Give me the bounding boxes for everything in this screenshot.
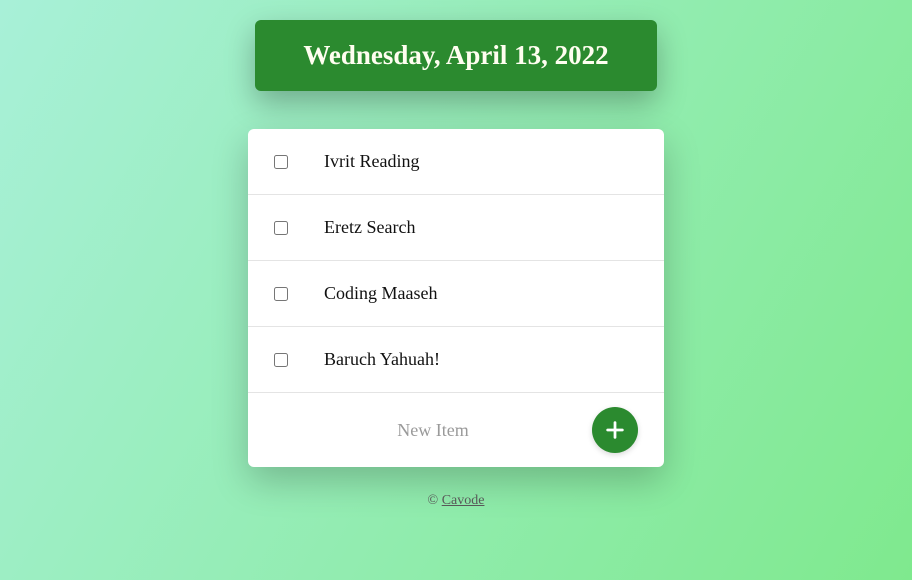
todo-label: Eretz Search — [324, 217, 415, 238]
footer-link[interactable]: Cavode — [442, 493, 485, 508]
date-header: Wednesday, April 13, 2022 — [255, 20, 656, 91]
todo-label: Coding Maaseh — [324, 283, 437, 304]
todo-card: Ivrit Reading Eretz Search Coding Maaseh… — [248, 129, 664, 467]
new-item-input[interactable] — [274, 420, 592, 441]
date-text: Wednesday, April 13, 2022 — [303, 40, 608, 70]
todo-label: Ivrit Reading — [324, 151, 419, 172]
todo-checkbox[interactable] — [274, 353, 288, 367]
footer: © Cavode — [428, 493, 485, 509]
todo-row: Coding Maaseh — [248, 261, 664, 327]
todo-label: Baruch Yahuah! — [324, 349, 440, 370]
todo-row: Baruch Yahuah! — [248, 327, 664, 393]
plus-icon — [604, 419, 626, 441]
new-item-row — [248, 393, 664, 467]
copyright-symbol: © — [428, 493, 442, 508]
todo-checkbox[interactable] — [274, 155, 288, 169]
todo-row: Ivrit Reading — [248, 129, 664, 195]
todo-checkbox[interactable] — [274, 287, 288, 301]
todo-checkbox[interactable] — [274, 221, 288, 235]
todo-row: Eretz Search — [248, 195, 664, 261]
add-button[interactable] — [592, 407, 638, 453]
